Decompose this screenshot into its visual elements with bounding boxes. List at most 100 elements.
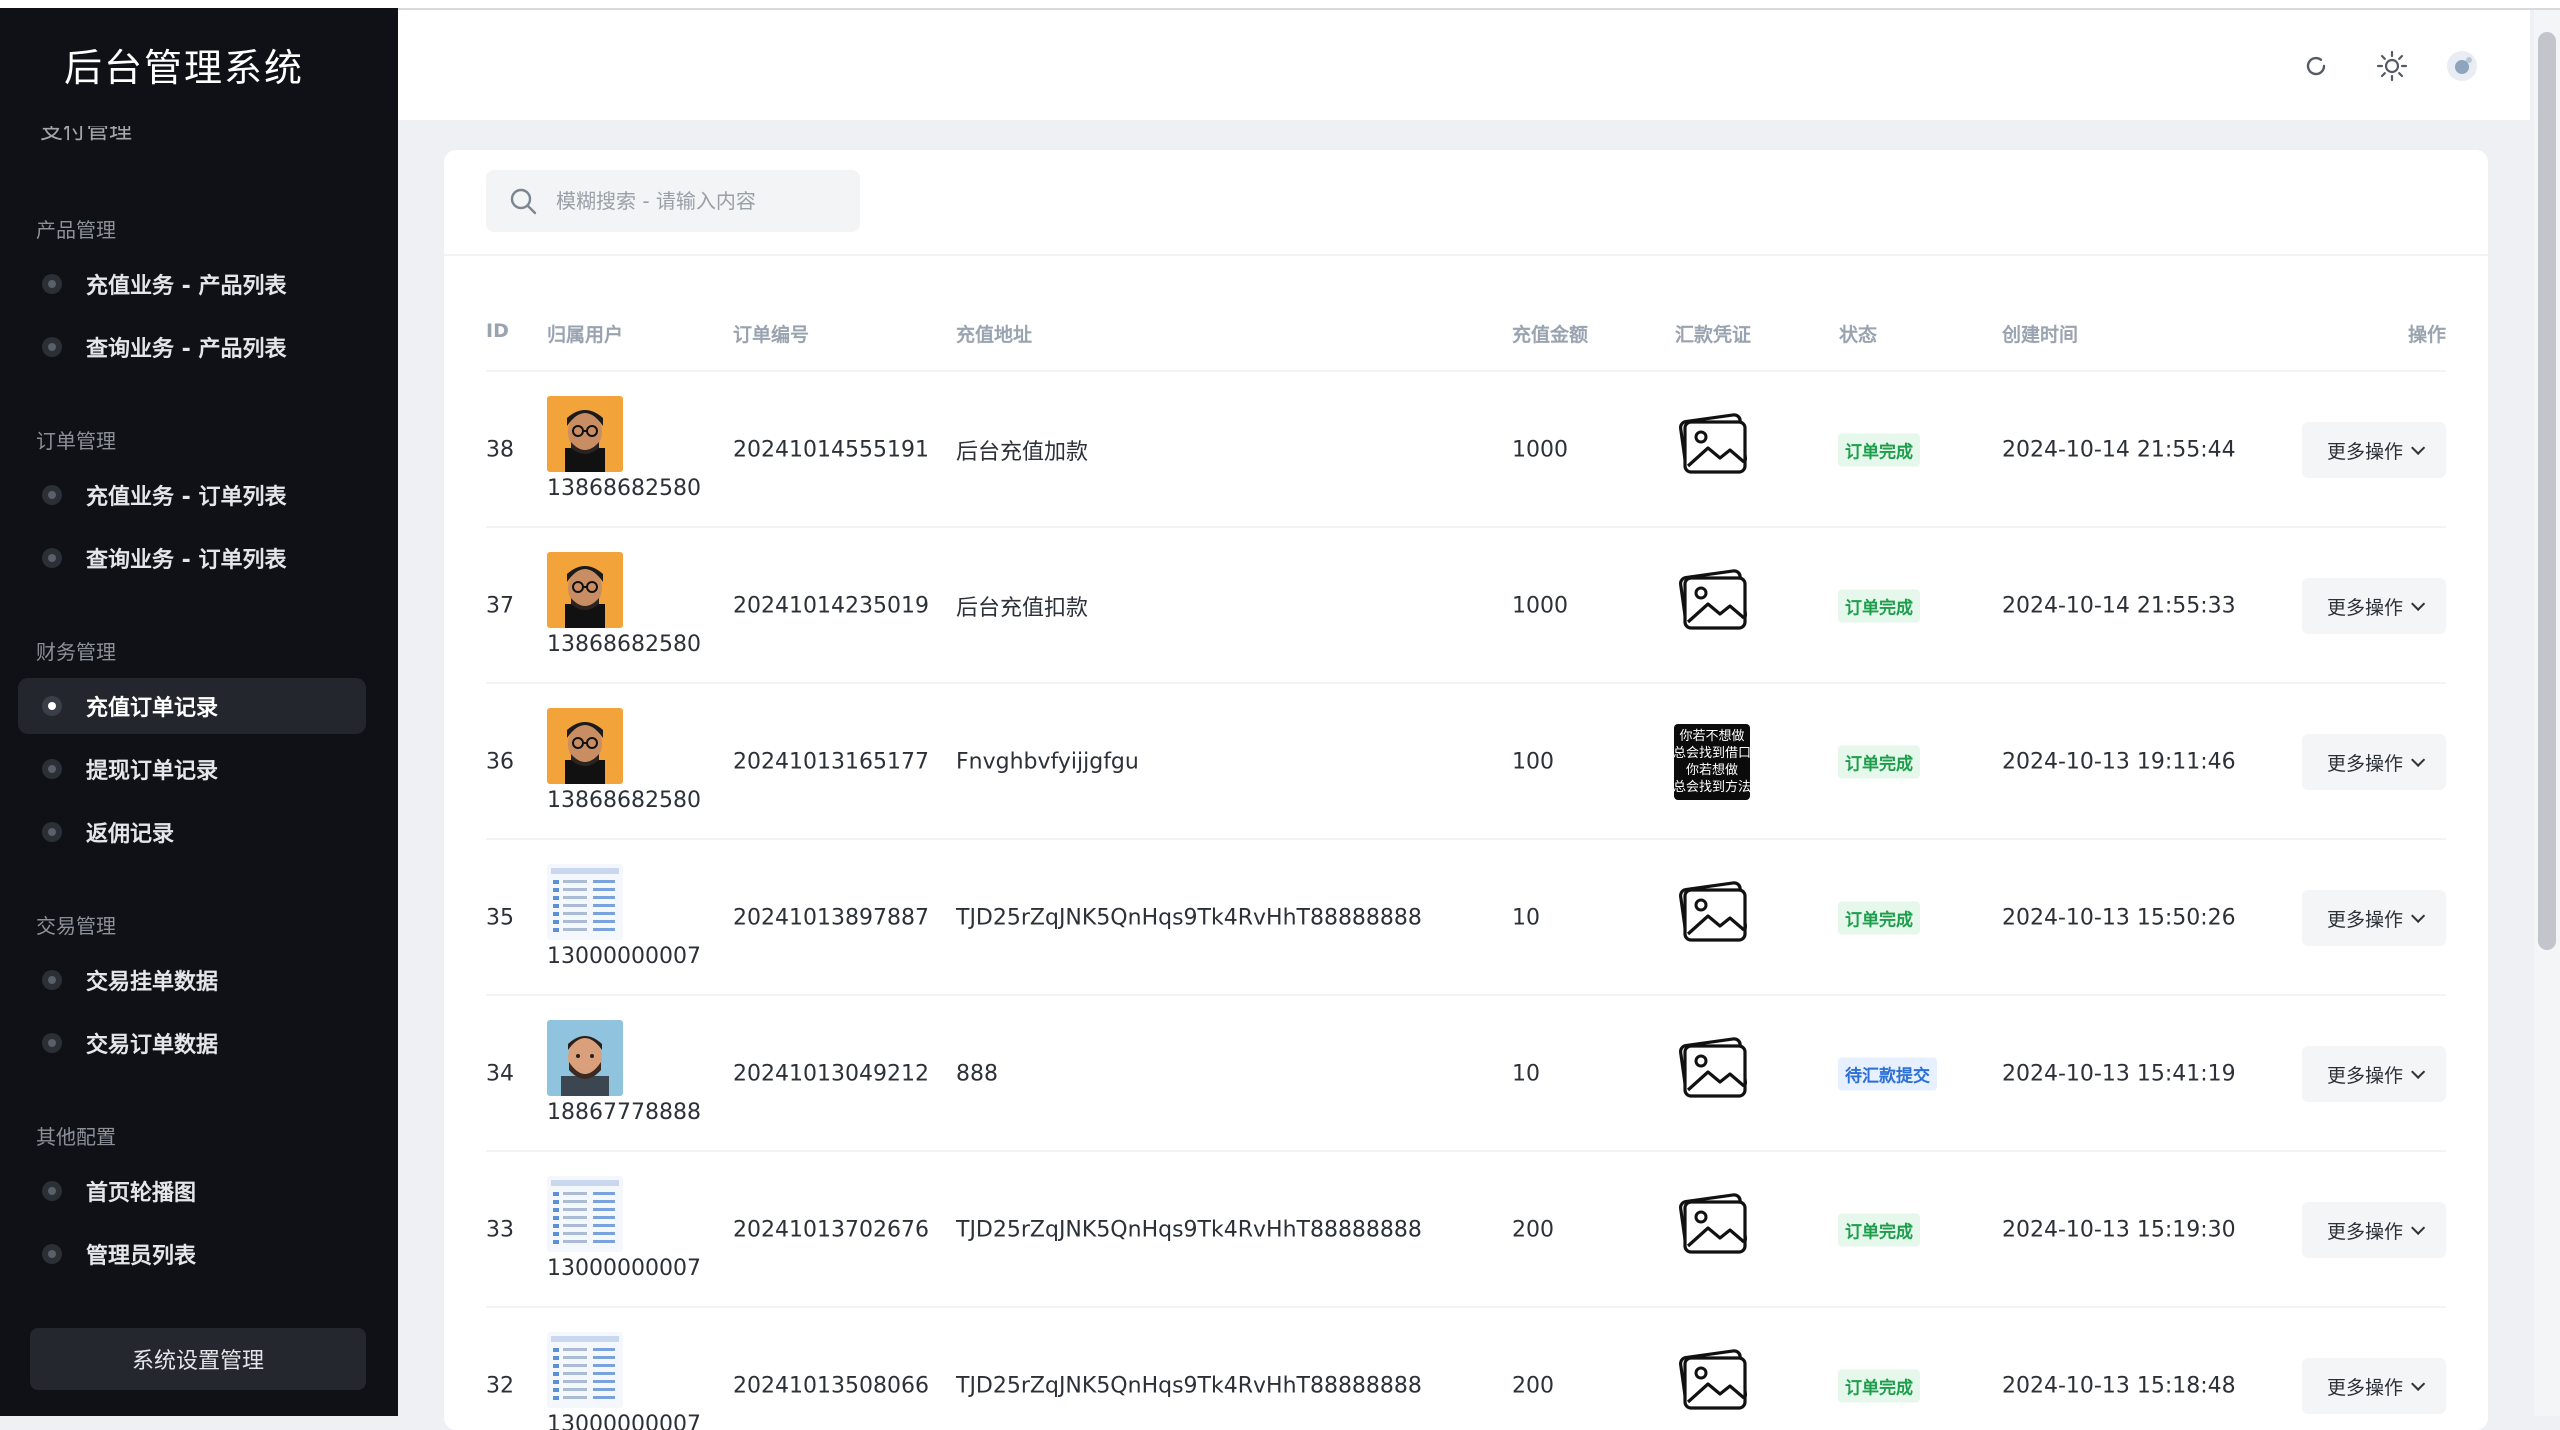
table-row[interactable]: 33 13000000007 20241013702676 TJD25rZqJNK5Q… xyxy=(444,1152,2488,1308)
table-row[interactable]: 36 13868682580 20241013165177 Fnvghbvfyijjg… xyxy=(444,684,2488,840)
image-placeholder-icon[interactable] xyxy=(1672,880,1752,956)
sidebar-item[interactable]: 充值业务 - 产品列表 xyxy=(18,256,366,312)
radio-dot-icon xyxy=(42,759,62,779)
sidebar-item-label: 交易挂单数据 xyxy=(86,970,219,995)
search-input[interactable] xyxy=(554,188,838,214)
receipt-image[interactable]: 你若不想做 总会找到借口 你若想做 总会找到方法 xyxy=(1673,724,1751,800)
sidebar-item-label: 管理员列表 xyxy=(86,1244,197,1269)
status-badge: 订单完成 xyxy=(1838,1213,1920,1247)
more-actions-label: 更多操作 xyxy=(2326,440,2403,463)
search-box[interactable] xyxy=(486,170,860,232)
table-row[interactable]: 32 13000000007 20241013508066 TJD25rZqJNK5Q… xyxy=(444,1308,2488,1430)
radio-dot-icon xyxy=(42,1181,62,1201)
sidebar-item[interactable]: 提现订单记录 xyxy=(18,741,366,797)
cell-created: 2024-10-13 15:18:48 xyxy=(2002,1373,2236,1399)
sidebar-item[interactable]: 首页轮播图 xyxy=(18,1163,366,1219)
sidebar-group-label: 产品管理 xyxy=(36,218,116,242)
sidebar-item-label: 查询业务 - 产品列表 xyxy=(86,337,287,362)
scrollbar-thumb[interactable] xyxy=(2538,32,2556,950)
sidebar-item[interactable]: 返佣记录 xyxy=(18,804,366,860)
sun-icon[interactable] xyxy=(2374,48,2410,84)
sidebar-item[interactable]: 管理员列表 xyxy=(18,1226,366,1282)
search-icon xyxy=(508,186,538,216)
cell-order-no: 20241013508066 xyxy=(733,1373,929,1399)
sidebar-item-label: 提现订单记录 xyxy=(86,759,219,784)
more-actions-button[interactable]: 更多操作 xyxy=(2302,578,2446,634)
cell-user: 18867778888 xyxy=(547,1100,701,1125)
radio-dot-icon xyxy=(42,337,62,357)
cell-amount: 100 xyxy=(1512,749,1554,775)
sidebar-item[interactable]: 交易挂单数据 xyxy=(18,952,366,1008)
more-actions-button[interactable]: 更多操作 xyxy=(2302,422,2446,478)
sidebar-item-label: 充值订单记录 xyxy=(86,696,219,721)
more-actions-label: 更多操作 xyxy=(2326,1220,2403,1243)
cell-id: 35 xyxy=(486,905,514,931)
more-actions-button[interactable]: 更多操作 xyxy=(2302,1046,2446,1102)
table-row[interactable]: 35 13000000007 20241013897887 TJD25rZqJNK5Q… xyxy=(444,840,2488,996)
image-placeholder-icon[interactable] xyxy=(1672,1036,1752,1112)
cell-id: 32 xyxy=(486,1373,514,1399)
more-actions-button[interactable]: 更多操作 xyxy=(2302,1358,2446,1414)
more-actions-button[interactable]: 更多操作 xyxy=(2302,734,2446,790)
cell-address: Fnvghbvfyijjgfgu xyxy=(956,749,1139,775)
status-badge: 订单完成 xyxy=(1838,1369,1920,1403)
cell-amount: 10 xyxy=(1512,905,1540,931)
sidebar-item[interactable]: 充值业务 - 订单列表 xyxy=(18,467,366,523)
column-header: ID xyxy=(486,320,509,342)
cell-user: 13000000007 xyxy=(547,1256,701,1281)
cell-address: TJD25rZqJNK5QnHqs9Tk4RvHhT88888888 xyxy=(956,1373,1422,1399)
image-placeholder-icon[interactable] xyxy=(1672,568,1752,644)
user-avatar xyxy=(547,708,623,784)
sidebar-item-partial[interactable]: 支付管理 xyxy=(40,126,132,146)
status-badge: 订单完成 xyxy=(1838,745,1920,779)
chevron-down-icon xyxy=(2411,1064,2426,1079)
system-settings-button[interactable]: 系统设置管理 xyxy=(30,1328,366,1390)
sidebar-item[interactable]: 交易订单数据 xyxy=(18,1015,366,1071)
column-header: 订单编号 xyxy=(733,324,810,346)
status-badge: 订单完成 xyxy=(1838,901,1920,935)
cell-order-no: 20241014555191 xyxy=(733,437,929,463)
cell-user: 13868682580 xyxy=(547,476,701,501)
table-row[interactable]: 38 13868682580 20241014555191 后台充值加款 1000 订单完… xyxy=(444,372,2488,528)
sidebar-item[interactable]: 查询业务 - 订单列表 xyxy=(18,530,366,586)
radio-dot-icon xyxy=(42,1033,62,1053)
cell-address: 后台充值加款 xyxy=(956,440,1089,465)
user-avatar xyxy=(547,864,623,940)
sidebar-item[interactable]: 查询业务 - 产品列表 xyxy=(18,319,366,375)
cell-amount: 1000 xyxy=(1512,593,1568,619)
more-actions-button[interactable]: 更多操作 xyxy=(2302,1202,2446,1258)
sidebar-item-label: 查询业务 - 订单列表 xyxy=(86,548,287,573)
column-header: 充值金额 xyxy=(1512,324,1589,346)
sidebar-group-label: 其他配置 xyxy=(36,1125,116,1149)
sidebar-item-label: 返佣记录 xyxy=(86,822,175,847)
user-avatar xyxy=(547,1176,623,1252)
user-avatar xyxy=(547,1020,623,1096)
more-actions-label: 更多操作 xyxy=(2326,1064,2403,1087)
chevron-down-icon xyxy=(2411,752,2426,767)
brand-title: 后台管理系统 xyxy=(63,45,304,90)
more-actions-label: 更多操作 xyxy=(2326,1376,2403,1399)
radio-dot-icon xyxy=(42,696,62,716)
image-placeholder-icon[interactable] xyxy=(1672,412,1752,488)
sidebar-item-label: 充值业务 - 订单列表 xyxy=(86,485,287,510)
orders-card: ID 归属用户 订单编号 充值地址 充值金额 汇款凭证 状态 创建时间 操作 38 1386868… xyxy=(444,150,2488,1430)
sidebar-item[interactable]: 充值订单记录 xyxy=(18,678,366,734)
image-placeholder-icon[interactable] xyxy=(1672,1348,1752,1424)
receipt-text-line: 你若不想做 xyxy=(1679,729,1745,744)
table-row[interactable]: 37 13868682580 20241014235019 后台充值扣款 1000 订单完… xyxy=(444,528,2488,684)
cell-address: TJD25rZqJNK5QnHqs9Tk4RvHhT88888888 xyxy=(956,905,1422,931)
sidebar-item-label: 充值业务 - 产品列表 xyxy=(86,274,287,299)
cell-created: 2024-10-13 15:50:26 xyxy=(2002,905,2236,931)
table-row[interactable]: 34 18867778888 20241013049212 888 10 待汇款提交 202… xyxy=(444,996,2488,1152)
image-placeholder-icon[interactable] xyxy=(1672,1192,1752,1268)
refresh-icon[interactable] xyxy=(2298,48,2334,84)
radio-dot-icon xyxy=(42,822,62,842)
cell-address: 后台充值扣款 xyxy=(956,596,1089,621)
more-actions-button[interactable]: 更多操作 xyxy=(2302,890,2446,946)
more-actions-label: 更多操作 xyxy=(2326,908,2403,931)
sidebar-item-label: 交易订单数据 xyxy=(86,1033,219,1058)
cell-order-no: 20241013702676 xyxy=(733,1217,929,1243)
cell-id: 38 xyxy=(486,437,514,463)
radio-dot-icon xyxy=(42,548,62,568)
user-avatar-icon[interactable] xyxy=(2444,48,2480,84)
